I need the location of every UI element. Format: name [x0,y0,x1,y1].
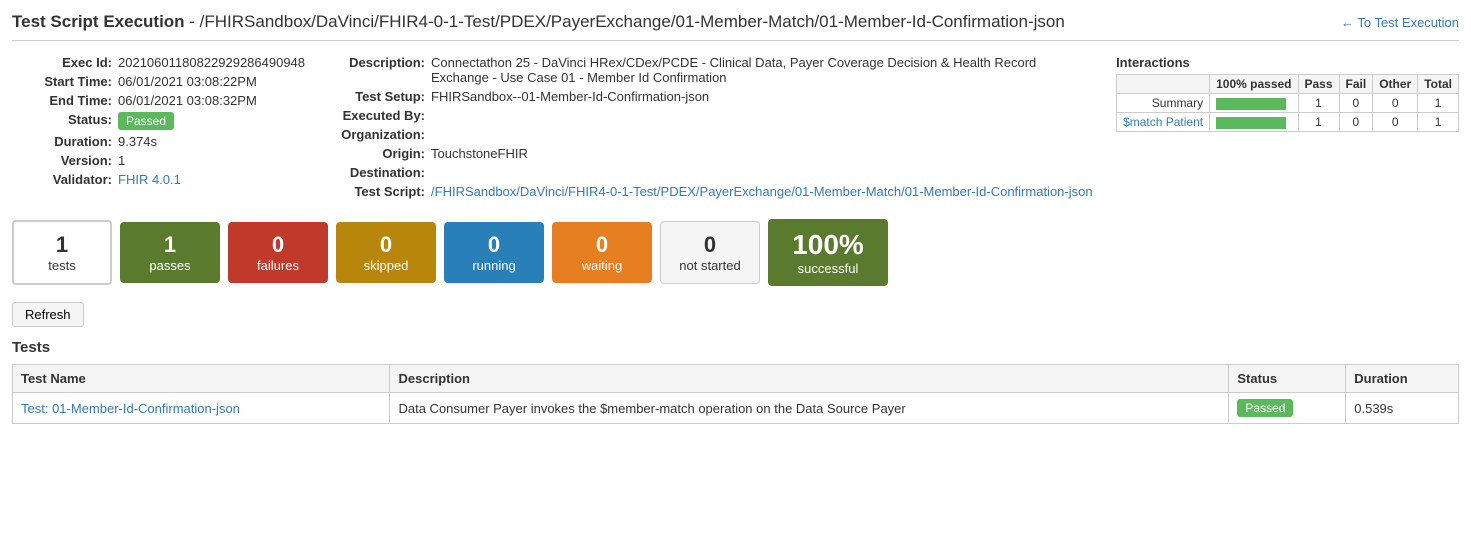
description-label: Description: [325,55,425,70]
interactions-col-total: Total [1418,75,1459,94]
stat-not-started: 0 not started [660,221,760,284]
exec-id-label: Exec Id: [12,55,112,70]
interactions-other: 0 [1373,113,1418,132]
interactions-col-pct: 100% passed [1210,75,1298,94]
exec-info: Exec Id: 20210601180822929286490948 Star… [12,55,305,203]
tests-section: Tests Test Name Description Status Durat… [12,339,1459,424]
status-badge: Passed [118,112,174,130]
stat-not-started-label: not started [677,258,743,273]
interactions-row-label: Summary [1117,94,1210,113]
page-header: Test Script Execution - /FHIRSandbox/DaV… [12,12,1459,41]
stat-success-label: successful [784,261,872,276]
interactions-total: 1 [1418,94,1459,113]
interactions-row-link[interactable]: $match Patient [1123,115,1203,129]
stat-running-num: 0 [460,232,528,258]
interactions-col-name [1117,75,1210,94]
test-script-label: Test Script: [325,184,425,199]
refresh-button[interactable]: Refresh [12,302,84,327]
title-text: Test Script Execution [12,12,185,31]
col-description: Description [390,365,1229,393]
interactions-panel: Interactions 100% passed Pass Fail Other… [1116,55,1459,203]
executed-by-label: Executed By: [325,108,425,123]
version-label: Version: [12,153,112,168]
test-description-cell: Data Consumer Payer invokes the $member-… [390,393,1229,424]
destination-label: Destination: [325,165,425,180]
test-setup-label: Test Setup: [325,89,425,104]
stat-failures: 0 failures [228,222,328,283]
stat-waiting-label: waiting [568,258,636,273]
interactions-col-other: Other [1373,75,1418,94]
stat-passes-label: passes [136,258,204,273]
test-name-cell: Test: 01-Member-Id-Confirmation-json [13,393,390,424]
interactions-row: Summary1001 [1117,94,1459,113]
start-time-label: Start Time: [12,74,112,89]
to-execution-link[interactable]: To Test Execution [1341,15,1459,30]
end-time-label: End Time: [12,93,112,108]
col-status: Status [1229,365,1346,393]
table-row: Test: 01-Member-Id-Confirmation-json Data… [13,393,1459,424]
origin-label: Origin: [325,146,425,161]
info-section: Exec Id: 20210601180822929286490948 Star… [12,55,1459,203]
stat-failures-num: 0 [244,232,312,258]
col-test-name: Test Name [13,365,390,393]
tests-table: Test Name Description Status Duration Te… [12,364,1459,424]
interactions-fail: 0 [1339,94,1373,113]
stat-tests: 1 tests [12,220,112,285]
interactions-fail: 0 [1339,113,1373,132]
test-script-link[interactable]: /FHIRSandbox/DaVinci/FHIR4-0-1-Test/PDEX… [431,184,1093,199]
stat-tests-num: 1 [30,232,94,258]
validator-link[interactable]: FHIR 4.0.1 [118,172,181,187]
start-time-value: 06/01/2021 03:08:22PM [118,74,257,89]
interactions-pass: 1 [1298,113,1339,132]
end-time-value: 06/01/2021 03:08:32PM [118,93,257,108]
status-label: Status: [12,112,112,127]
interactions-col-fail: Fail [1339,75,1373,94]
description-value: Connectathon 25 - DaVinci HRex/CDex/PCDE… [431,55,1096,85]
interactions-pass: 1 [1298,94,1339,113]
test-setup-value: FHIRSandbox--01-Member-Id-Confirmation-j… [431,89,709,104]
interactions-bar-cell [1210,113,1298,132]
col-duration: Duration [1346,365,1459,393]
description-info: Description: Connectathon 25 - DaVinci H… [325,55,1096,203]
organization-label: Organization: [325,127,425,142]
test-name-link[interactable]: Test: 01-Member-Id-Confirmation-json [21,401,240,416]
validator-label: Validator: [12,172,112,187]
interactions-other: 0 [1373,94,1418,113]
test-duration-cell: 0.539s [1346,393,1459,424]
title-path: - /FHIRSandbox/DaVinci/FHIR4-0-1-Test/PD… [185,12,1065,31]
interactions-total: 1 [1418,113,1459,132]
duration-label: Duration: [12,134,112,149]
stat-passes-num: 1 [136,232,204,258]
interactions-row: $match Patient1001 [1117,113,1459,132]
stat-success: 100% successful [768,219,888,286]
tests-title: Tests [12,339,1459,356]
test-status-badge: Passed [1237,399,1293,417]
stat-waiting-num: 0 [568,232,636,258]
stat-waiting: 0 waiting [552,222,652,283]
interactions-table: 100% passed Pass Fail Other Total Summar… [1116,74,1459,132]
stat-not-started-num: 0 [677,232,743,258]
stat-running-label: running [460,258,528,273]
stat-skipped: 0 skipped [336,222,436,283]
test-status-cell: Passed [1229,393,1346,424]
stat-skipped-num: 0 [352,232,420,258]
interactions-title: Interactions [1116,55,1459,70]
version-value: 1 [118,153,125,168]
stat-passes: 1 passes [120,222,220,283]
stat-skipped-label: skipped [352,258,420,273]
duration-value: 9.374s [118,134,157,149]
interactions-col-pass: Pass [1298,75,1339,94]
stat-success-num: 100% [784,229,872,261]
interactions-bar-cell [1210,94,1298,113]
page-title: Test Script Execution - /FHIRSandbox/DaV… [12,12,1065,32]
stat-running: 0 running [444,222,544,283]
stat-tests-label: tests [30,258,94,273]
stats-row: 1 tests 1 passes 0 failures 0 skipped 0 … [12,219,1459,286]
stat-failures-label: failures [244,258,312,273]
exec-id-value: 20210601180822929286490948 [118,55,305,70]
origin-value: TouchstoneFHIR [431,146,528,161]
